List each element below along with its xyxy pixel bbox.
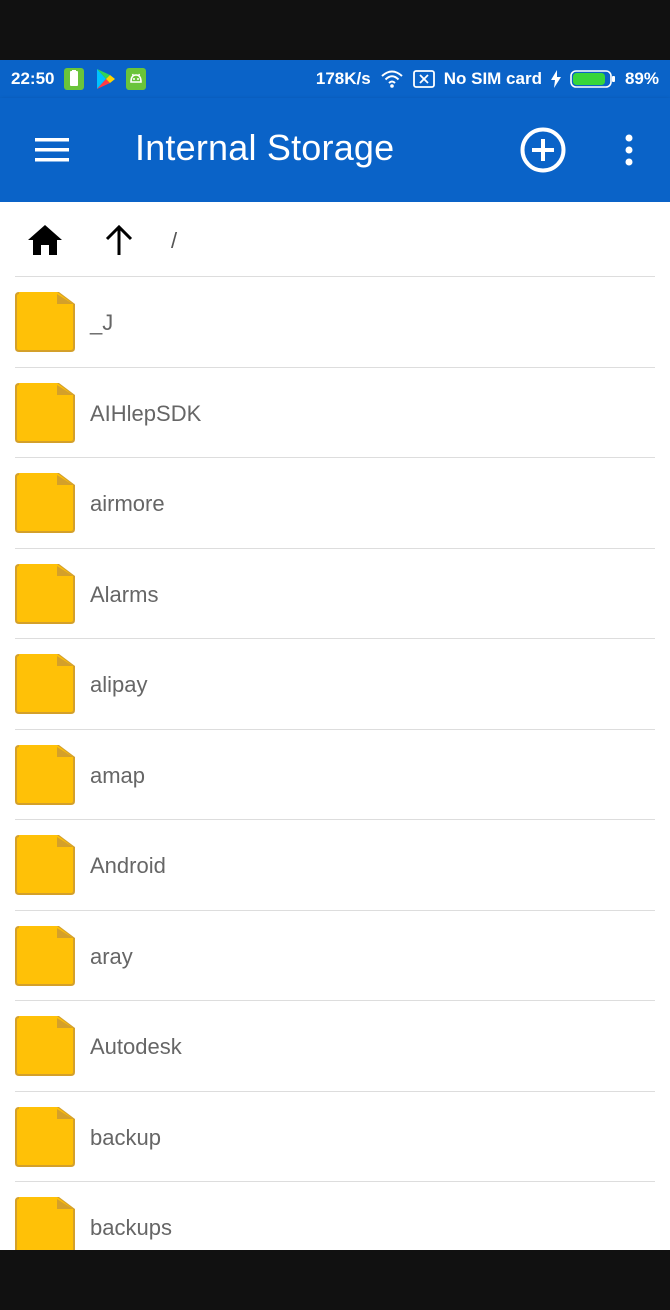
- menu-icon: [35, 138, 69, 162]
- arrow-up-icon: [105, 224, 133, 255]
- folder-list: _J AIHlepSDK airmore Alarms alipay amap Androi…: [0, 277, 670, 1250]
- folder-row[interactable]: backup: [0, 1092, 670, 1182]
- menu-button[interactable]: [28, 128, 76, 172]
- status-bar-left: 22:50: [11, 60, 147, 98]
- app-bar: Internal Storage: [0, 98, 670, 202]
- folder-row[interactable]: Alarms: [0, 549, 670, 639]
- folder-name: aray: [90, 943, 133, 969]
- status-time: 22:50: [11, 69, 55, 88]
- folder-row[interactable]: _J: [0, 277, 670, 368]
- folder-icon: [15, 925, 75, 986]
- folder-row[interactable]: backups: [0, 1182, 670, 1250]
- folder-icon: [15, 654, 75, 714]
- folder-name: Android: [90, 853, 166, 878]
- folder-icon: [15, 835, 75, 895]
- folder-name: backup: [90, 1124, 161, 1150]
- current-path: /: [171, 228, 178, 253]
- up-button[interactable]: [98, 220, 140, 260]
- folder-name: AIHlepSDK: [90, 400, 202, 426]
- status-bar: 22:50 178K/s No SIM card 89%: [0, 60, 670, 98]
- wifi-icon: [380, 69, 404, 89]
- sim-status: No SIM card: [443, 69, 542, 88]
- folder-icon: [15, 1106, 75, 1167]
- folder-row[interactable]: amap: [0, 730, 670, 820]
- folder-icon: [15, 744, 75, 805]
- battery-percent: 89%: [624, 69, 659, 88]
- folder-name: amap: [90, 762, 146, 788]
- more-vert-icon: [625, 134, 633, 166]
- folder-row[interactable]: Autodesk: [0, 1001, 670, 1092]
- folder-name: _J: [90, 310, 114, 335]
- battery-icon: [570, 70, 616, 88]
- folder-name: alipay: [90, 672, 148, 697]
- path-bar: /: [0, 202, 670, 276]
- top-system-area: [0, 0, 670, 60]
- more-options-button[interactable]: [610, 128, 648, 172]
- navigation-bar-area: [0, 1250, 670, 1310]
- battery-saver-icon: [64, 68, 85, 90]
- page-title: Internal Storage: [135, 127, 395, 168]
- folder-name: airmore: [90, 491, 165, 516]
- folder-icon: [15, 382, 75, 443]
- folder-name: Alarms: [90, 581, 159, 607]
- folder-name: Autodesk: [90, 1034, 182, 1059]
- folder-name: backups: [90, 1215, 172, 1240]
- folder-row[interactable]: Android: [0, 820, 670, 911]
- folder-row[interactable]: AIHlepSDK: [0, 368, 670, 458]
- home-icon: [28, 225, 62, 255]
- file-browser: / _J AIHlepSDK airmore Alarms alipay amap Andr…: [0, 202, 670, 1250]
- charging-bolt-icon: [550, 70, 561, 88]
- folder-icon: [15, 563, 75, 624]
- folder-row[interactable]: alipay: [0, 639, 670, 730]
- folder-icon: [15, 292, 75, 352]
- add-button[interactable]: [517, 124, 569, 176]
- play-store-icon: [94, 68, 116, 90]
- folder-row[interactable]: airmore: [0, 458, 670, 549]
- folder-icon: [15, 1016, 75, 1076]
- status-bar-right: 178K/s No SIM card 89%: [316, 60, 659, 98]
- home-button[interactable]: [24, 220, 66, 260]
- folder-icon: [15, 1197, 75, 1250]
- folder-icon: [15, 473, 75, 533]
- android-notification-icon: [126, 68, 147, 90]
- folder-row[interactable]: aray: [0, 911, 670, 1001]
- sim-x-icon: [412, 69, 435, 89]
- add-circle-icon: [520, 127, 566, 173]
- network-speed: 178K/s: [315, 69, 371, 88]
